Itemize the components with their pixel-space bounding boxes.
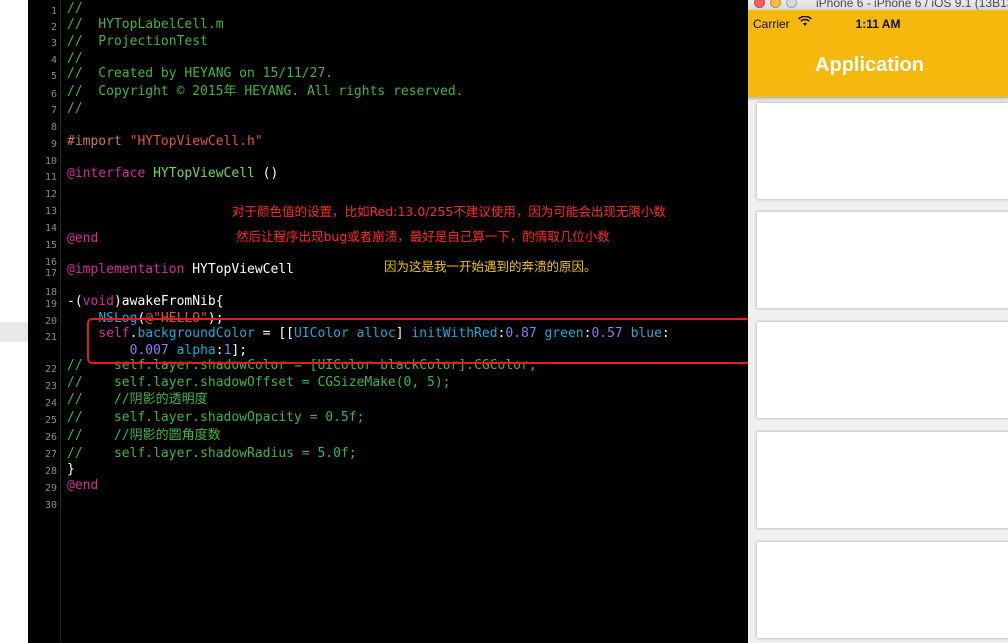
line-number: 30 (44, 500, 57, 511)
code-line: // self.layer.shadowOpacity = 0.5f; (67, 410, 364, 426)
code-line: // HYTopLabelCell.m (67, 17, 224, 33)
annotation-note-1: 对于颜色值的设置，比如Red:13.0/255不建议使用，因为可能会出现无限小数 (232, 204, 666, 219)
code-token: // (67, 1, 83, 16)
ios-simulator[interactable]: iPhone 6 - iPhone 6 / iOS 9.1 (13B137) C… (748, 0, 1008, 643)
code-line: @implementation HYTopViewCell (67, 262, 294, 278)
line-number: 5 (50, 71, 57, 82)
code-line: -(void)awakeFromNib{ (67, 294, 224, 310)
code-token: // Created by HEYANG on 15/11/27. (67, 66, 334, 81)
code-token: -( (67, 294, 83, 309)
code-line: // (67, 51, 83, 67)
code-token: // self.layer.shadowOpacity = 0.5f; (67, 410, 365, 425)
code-token: @implementation (67, 262, 185, 277)
line-number: 19 (44, 299, 57, 310)
code-token: void (82, 294, 114, 309)
code-token: HYTopViewCell (184, 262, 294, 277)
minimize-icon[interactable] (770, 0, 781, 8)
code-line: // //阴影的圆角度数 (67, 428, 221, 444)
code-token: HYTopViewCell (153, 166, 255, 181)
code-token: } (67, 462, 75, 477)
line-number: 13 (44, 206, 57, 217)
status-bar: Carrier 1:11 AM (748, 10, 1008, 36)
line-number: 25 (44, 415, 57, 426)
line-number: 28 (44, 466, 57, 477)
line-number: 8 (50, 122, 57, 133)
line-number: 9 (50, 139, 57, 150)
line-number: 3 (50, 38, 57, 49)
line-number: 4 (50, 55, 57, 66)
line-number: 6 (50, 89, 57, 100)
line-number: 17 (44, 268, 57, 279)
code-token: #import (67, 134, 130, 149)
code-line: @interface HYTopViewCell () (67, 166, 278, 182)
zoom-icon[interactable] (786, 0, 797, 8)
annotation-note-2: 然后让程序出现bug或者崩溃，最好是自己算一下，酌情取几位小数 (236, 229, 610, 244)
navigation-bar: Carrier 1:11 AM Application (748, 10, 1008, 97)
code-line: // Copyright © 2015年 HEYANG. All rights … (67, 84, 464, 100)
code-token: @end (67, 478, 99, 493)
line-number-gutter: 1 2 3 4 5 6 7 8 9 10 11 12 13 14 15 16 17 18 19 20 21 22 23 24 2… (28, 0, 61, 643)
code-line: // self.layer.shadowOffset = CGSizeMake(… (67, 375, 451, 391)
code-token: // self.layer.shadowRadius = 5.0f; (67, 446, 357, 461)
line-number: 10 (44, 156, 57, 167)
annotation-note-3: 因为这是我一开始遇到的奔溃的原因。 (384, 259, 597, 274)
line-number: 27 (44, 449, 57, 460)
code-token: // Copyright © 2015年 HEYANG. All rights … (67, 84, 464, 99)
selected-row-band (0, 322, 28, 342)
line-number: 1 (50, 6, 57, 17)
line-number: 29 (44, 483, 57, 494)
code-editor[interactable]: 1 2 3 4 5 6 7 8 9 10 11 12 13 14 15 16 17 18 19 20 21 22 23 24 2… (28, 0, 748, 643)
code-token: () (254, 166, 279, 181)
line-number: 26 (44, 432, 57, 443)
code-line: @end (67, 478, 98, 494)
code-line: // (67, 1, 83, 17)
table-cell[interactable] (757, 322, 1008, 418)
code-line: // //阴影的透明度 (67, 392, 208, 408)
line-number: 23 (44, 381, 57, 392)
line-number: 22 (44, 364, 57, 375)
code-token: // self.layer.shadowOffset = CGSizeMake(… (67, 375, 451, 390)
line-number: 21 (44, 332, 57, 343)
line-number: 12 (44, 189, 57, 200)
code-line: // (67, 101, 83, 117)
code-token: // //阴影的圆角度数 (67, 428, 221, 443)
table-cell[interactable] (757, 542, 1008, 638)
nav-title: Application (815, 54, 924, 76)
code-line: // ProjectionTest (67, 34, 208, 50)
code-token: // //阴影的透明度 (67, 392, 208, 407)
table-cell[interactable] (757, 103, 1008, 199)
code-token: // ProjectionTest (67, 34, 208, 49)
code-line: // Created by HEYANG on 15/11/27. (67, 66, 333, 82)
table-cell[interactable] (757, 432, 1008, 528)
highlight-box (87, 318, 748, 364)
code-token: // HYTopLabelCell.m (67, 17, 224, 32)
line-number: 2 (50, 22, 57, 33)
table-cell[interactable] (757, 212, 1008, 308)
code-token: // (67, 101, 83, 116)
code-token: "HYTopViewCell.h" (129, 134, 263, 149)
code-token: // (67, 51, 83, 66)
status-time: 1:11 AM (855, 17, 901, 31)
simulator-title: iPhone 6 - iPhone 6 / iOS 9.1 (13B137) (816, 0, 1008, 10)
code-line: @end (67, 231, 98, 247)
line-number: 14 (44, 223, 57, 234)
line-number: 11 (44, 172, 57, 183)
line-number: 15 (44, 240, 57, 251)
code-token: @interface (67, 166, 146, 181)
left-panel-strip (0, 0, 28, 643)
code-line: } (67, 462, 75, 478)
code-token: )awakeFromNib{ (113, 294, 224, 309)
line-number: 7 (50, 105, 57, 116)
code-line: // self.layer.shadowRadius = 5.0f; (67, 446, 357, 462)
line-number: 20 (44, 316, 57, 327)
code-token: @end (67, 231, 99, 246)
close-icon[interactable] (754, 0, 765, 8)
line-number: 24 (44, 398, 57, 409)
code-line: #import "HYTopViewCell.h" (67, 134, 263, 150)
line-number: 18 (44, 287, 57, 298)
